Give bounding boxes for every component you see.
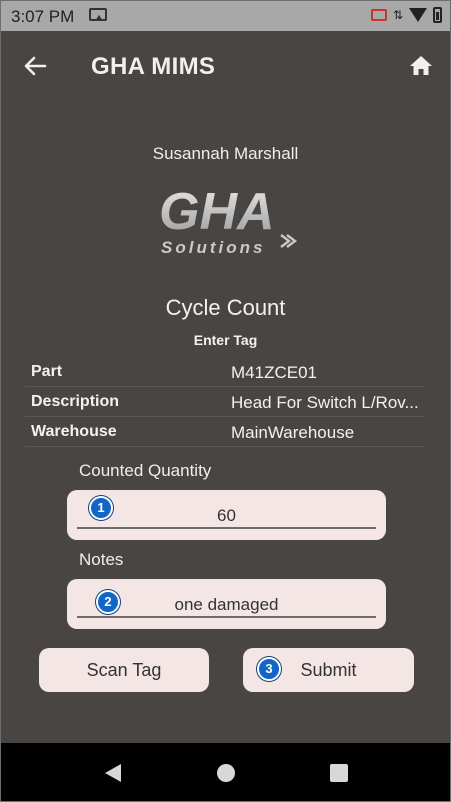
details-table: Part M41ZCE01 Description Head For Switc… bbox=[25, 357, 425, 447]
app-bar: GHA MIMS bbox=[1, 31, 450, 103]
detail-label: Description bbox=[31, 393, 120, 410]
back-button[interactable] bbox=[19, 51, 53, 81]
scan-tag-button[interactable]: Scan Tag bbox=[39, 648, 209, 692]
nav-back-icon[interactable] bbox=[105, 764, 121, 782]
home-button[interactable] bbox=[406, 51, 436, 81]
detail-row-description: Description Head For Switch L/Rov... bbox=[25, 387, 425, 417]
quantity-label: Counted Quantity bbox=[79, 461, 212, 480]
cast-icon bbox=[89, 8, 107, 21]
quantity-value: 60 bbox=[217, 506, 236, 525]
detail-row-warehouse: Warehouse MainWarehouse bbox=[25, 417, 425, 447]
detail-value: M41ZCE01 bbox=[231, 363, 317, 382]
quantity-underline bbox=[77, 527, 376, 529]
detail-label: Part bbox=[31, 363, 63, 380]
system-nav-bar bbox=[1, 743, 450, 801]
enter-tag-heading: Enter Tag bbox=[193, 332, 258, 348]
nav-recents-icon[interactable] bbox=[330, 764, 348, 782]
quantity-field[interactable]: 60 bbox=[67, 490, 386, 540]
notes-label: Notes bbox=[79, 550, 124, 569]
step-badge-3: 3 bbox=[257, 657, 281, 681]
user-name: Susannah Marshall bbox=[152, 144, 299, 163]
detail-label: Warehouse bbox=[31, 423, 117, 440]
data-arrows-icon: ⇅ bbox=[392, 8, 403, 22]
status-bar: 3:07 PM ⇅ bbox=[1, 1, 450, 31]
status-icons: ⇅ bbox=[370, 7, 442, 23]
wifi-icon bbox=[409, 8, 427, 22]
detail-row-part: Part M41ZCE01 bbox=[25, 357, 425, 387]
company-logo: GHA Solutions bbox=[159, 183, 297, 257]
status-time: 3:07 PM bbox=[11, 7, 75, 26]
notes-underline bbox=[77, 616, 376, 618]
step-badge-2: 2 bbox=[96, 590, 120, 614]
logo-tagline-text: Solutions bbox=[161, 238, 265, 257]
home-icon bbox=[410, 56, 432, 75]
screen-title: Cycle Count bbox=[165, 295, 286, 320]
nav-home-icon[interactable] bbox=[217, 764, 235, 782]
battery-icon bbox=[433, 7, 442, 23]
arrow-left-icon bbox=[24, 56, 47, 76]
step-badge-1: 1 bbox=[89, 496, 113, 520]
logo-brand-text: GHA bbox=[159, 183, 275, 241]
detail-value: MainWarehouse bbox=[231, 423, 355, 442]
app-title: GHA MIMS bbox=[91, 53, 216, 80]
device-screen: 3:07 PM ⇅ GHA MIMS Susannah Marshall GHA… bbox=[0, 0, 451, 802]
detail-value: Head For Switch L/Rov... bbox=[231, 393, 419, 412]
screen-cast-icon bbox=[370, 9, 387, 21]
